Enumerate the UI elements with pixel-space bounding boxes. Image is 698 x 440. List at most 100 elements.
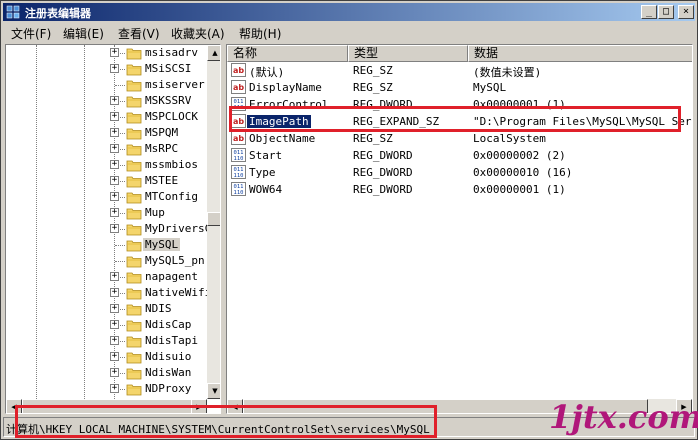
tree-scroll-thumb[interactable] xyxy=(207,212,220,226)
menu-help[interactable]: 帮助(H) xyxy=(239,25,281,42)
tree-item[interactable]: msiserver xyxy=(6,77,206,93)
tree-connector-line xyxy=(115,85,125,86)
expand-plus-icon[interactable]: + xyxy=(110,304,119,313)
scroll-up-arrow-icon[interactable]: ▲ xyxy=(207,45,220,61)
tree-item[interactable]: + msisadrv xyxy=(6,45,206,61)
tree-item[interactable]: MySQL5_pn xyxy=(6,253,206,269)
expand-plus-icon[interactable]: + xyxy=(110,144,119,153)
scroll-down-arrow-icon[interactable]: ▼ xyxy=(207,383,220,399)
expand-plus-icon[interactable]: + xyxy=(110,176,119,185)
binary-value-icon: 011110 xyxy=(231,148,246,162)
tree-item[interactable]: + MSPQM xyxy=(6,125,206,141)
expand-plus-icon[interactable]: + xyxy=(110,224,119,233)
expand-plus-icon[interactable]: + xyxy=(110,320,119,329)
expand-plus-icon[interactable]: + xyxy=(110,64,119,73)
value-row[interactable]: 011 110 Start REG_DWORD 0x00000002 (2) xyxy=(227,147,692,164)
tree-item[interactable]: + Mup xyxy=(6,205,206,221)
close-button[interactable]: × xyxy=(678,5,694,19)
value-name: ObjectName xyxy=(249,132,316,145)
value-type: REG_DWORD xyxy=(353,149,413,162)
scroll-left-arrow-icon[interactable]: ◀ xyxy=(227,399,243,413)
expand-plus-icon[interactable]: + xyxy=(110,368,119,377)
tree-vertical-scrollbar[interactable]: ▲ ▼ xyxy=(207,45,220,399)
svg-text:ab: ab xyxy=(233,66,244,75)
expand-plus-icon[interactable]: + xyxy=(110,112,119,121)
menu-edit[interactable]: 编辑(E) xyxy=(63,25,104,42)
column-header-name[interactable]: 名称 xyxy=(227,45,348,62)
column-header-data[interactable]: 数据 xyxy=(468,45,692,62)
string-value-icon: ab xyxy=(231,80,246,94)
expand-plus-icon[interactable]: + xyxy=(110,208,119,217)
expand-plus-icon[interactable]: + xyxy=(110,160,119,169)
column-header-type[interactable]: 类型 xyxy=(348,45,468,62)
value-name: ImagePath xyxy=(247,115,311,128)
tree-hscroll-thumb[interactable] xyxy=(22,399,192,413)
tree-horizontal-scrollbar[interactable]: ◀ ▶ xyxy=(6,399,207,413)
tree-item[interactable]: + MSPCLOCK xyxy=(6,109,206,125)
expand-plus-icon[interactable]: + xyxy=(110,352,119,361)
value-type: REG_DWORD xyxy=(353,183,413,196)
expand-plus-icon[interactable]: + xyxy=(110,48,119,57)
svg-text:110: 110 xyxy=(234,173,244,179)
expand-plus-icon[interactable]: + xyxy=(110,128,119,137)
folder-icon xyxy=(126,144,142,156)
expand-plus-icon[interactable]: + xyxy=(110,96,119,105)
tree-item[interactable]: + NdisTapi xyxy=(6,333,206,349)
registry-values-list[interactable]: 名称 类型 数据 ab (默认) REG_SZ (数值未设置) ab DisplayNam… xyxy=(226,44,693,414)
tree-item[interactable]: + MSTEE xyxy=(6,173,206,189)
title-bar[interactable]: 注册表编辑器 _ □ × xyxy=(3,3,695,21)
tree-item[interactable]: + MSKSSRV xyxy=(6,93,206,109)
tree-item[interactable]: + NdisCap xyxy=(6,317,206,333)
value-row[interactable]: 011 110 Type REG_DWORD 0x00000010 (16) xyxy=(227,164,692,181)
value-row[interactable]: ab (默认) REG_SZ (数值未设置) xyxy=(227,62,692,79)
tree-item[interactable]: + Ndisuio xyxy=(6,349,206,365)
value-row[interactable]: 011 110 ErrorControl REG_DWORD 0x00000001 (1… xyxy=(227,96,692,113)
folder-icon xyxy=(126,160,142,172)
tree-item[interactable]: + MTConfig xyxy=(6,189,206,205)
tree-item-label: Ndisuio xyxy=(145,350,192,363)
svg-text:110: 110 xyxy=(234,105,244,111)
expand-plus-icon[interactable]: + xyxy=(110,288,119,297)
tree-item-label: mssmbios xyxy=(145,158,198,171)
value-row[interactable]: ab ImagePath REG_EXPAND_SZ "D:\Program File… xyxy=(227,113,693,130)
tree-item[interactable]: MySQL xyxy=(6,237,206,253)
value-data: 0x00000010 (16) xyxy=(473,166,573,179)
tree-item[interactable]: + MyDriversC xyxy=(6,221,211,237)
tree-item[interactable]: + NdisWan xyxy=(6,365,206,381)
value-data: 0x00000002 (2) xyxy=(473,149,566,162)
menu-view[interactable]: 查看(V) xyxy=(118,25,160,42)
svg-text:110: 110 xyxy=(234,190,244,196)
value-data: "D:\Program Files\MySQL\MySQL Server xyxy=(473,115,693,128)
tree-item-label: NDIS xyxy=(145,302,172,315)
expand-plus-icon[interactable]: + xyxy=(110,384,119,393)
value-name: ErrorControl xyxy=(249,98,329,111)
tree-item-label: NativeWifi xyxy=(145,286,212,299)
tree-item[interactable]: + napagent xyxy=(6,269,206,285)
tree-connector-line xyxy=(115,261,125,262)
folder-icon xyxy=(126,192,142,204)
tree-item-label: MTConfig xyxy=(145,190,198,203)
minimize-button[interactable]: _ xyxy=(641,5,657,19)
expand-plus-icon[interactable]: + xyxy=(110,192,119,201)
maximize-button[interactable]: □ xyxy=(658,5,674,19)
value-row[interactable]: 011 110 WOW64 REG_DWORD 0x00000001 (1) xyxy=(227,181,692,198)
tree-item[interactable]: + NDIS xyxy=(6,301,206,317)
registry-key-tree[interactable]: + msisadrv + MSiSCSI msiserver + MSKSSRV + MSPCL… xyxy=(5,44,221,414)
expand-plus-icon[interactable]: + xyxy=(110,336,119,345)
tree-item-label: NdisTapi xyxy=(145,334,198,347)
value-row[interactable]: ab DisplayName REG_SZ MySQL xyxy=(227,79,692,96)
value-data: 0x00000001 (1) xyxy=(473,98,566,111)
tree-item[interactable]: + mssmbios xyxy=(6,157,206,173)
value-type: REG_SZ xyxy=(353,132,393,145)
tree-item[interactable]: + MsRPC xyxy=(6,141,206,157)
tree-item[interactable]: + MSiSCSI xyxy=(6,61,206,77)
menu-file[interactable]: 文件(F) xyxy=(11,25,51,42)
value-row[interactable]: ab ObjectName REG_SZ LocalSystem xyxy=(227,130,692,147)
scroll-left-arrow-icon[interactable]: ◀ xyxy=(6,399,22,413)
menu-favorites[interactable]: 收藏夹(A) xyxy=(171,25,225,42)
tree-item[interactable]: + NDProxy xyxy=(6,381,206,397)
folder-icon xyxy=(126,336,142,348)
tree-item[interactable]: + NativeWifi xyxy=(6,285,211,301)
expand-plus-icon[interactable]: + xyxy=(110,272,119,281)
scroll-right-arrow-icon[interactable]: ▶ xyxy=(191,399,207,413)
